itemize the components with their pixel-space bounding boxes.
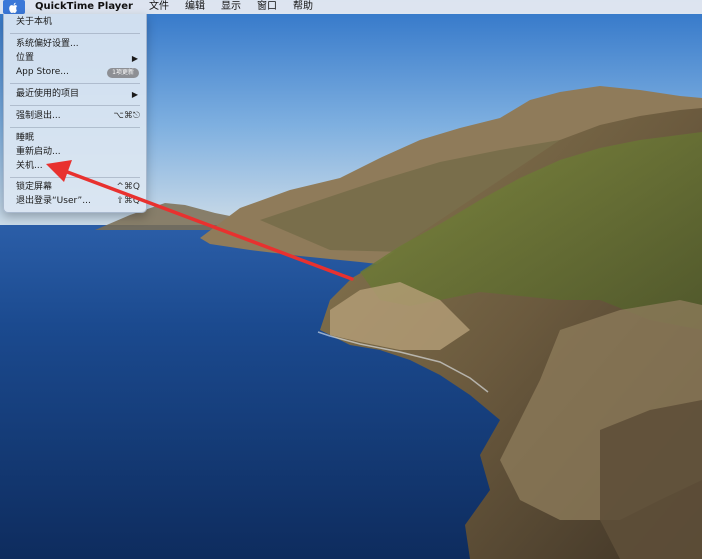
apple-dropdown-menu: 关于本机 系统偏好设置... 位置 ▶ App Store... 1项更新 最近… xyxy=(3,14,147,213)
menu-item-restart[interactable]: 重新启动... xyxy=(4,146,146,159)
menu-item-force-quit-label: 强制退出... xyxy=(16,111,61,121)
chevron-right-icon: ▶ xyxy=(131,54,138,63)
menu-item-logout-label: 退出登录“User”... xyxy=(16,196,91,206)
menu-separator xyxy=(10,105,140,106)
menu-item-restart-label: 重新启动... xyxy=(16,147,61,157)
menu-bar: QuickTime Player 文件 编辑 显示 窗口 帮助 xyxy=(0,0,702,14)
menu-item-system-preferences-label: 系统偏好设置... xyxy=(16,39,79,49)
menu-item-recent-items-label: 最近使用的项目 xyxy=(16,89,80,99)
menu-item-sleep-label: 睡眠 xyxy=(16,133,35,143)
menu-window[interactable]: 窗口 xyxy=(249,0,285,14)
menu-item-force-quit[interactable]: 强制退出... ⌥⌘⎋ xyxy=(4,110,146,123)
menu-item-app-store-label: App Store... xyxy=(16,67,69,77)
menu-separator xyxy=(10,177,140,178)
menu-item-lock-screen[interactable]: 锁定屏幕 ^⌘Q xyxy=(4,181,146,194)
menu-separator xyxy=(10,33,140,34)
menu-item-recent-items[interactable]: 最近使用的项目 ▶ xyxy=(4,88,146,101)
menu-item-location[interactable]: 位置 ▶ xyxy=(4,52,146,65)
menu-item-location-label: 位置 xyxy=(16,53,35,63)
force-quit-shortcut: ⌥⌘⎋ xyxy=(113,111,141,121)
menu-item-system-preferences[interactable]: 系统偏好设置... xyxy=(4,38,146,51)
apple-icon xyxy=(9,2,18,13)
menu-item-about[interactable]: 关于本机 xyxy=(4,16,146,29)
menu-help[interactable]: 帮助 xyxy=(285,0,321,14)
chevron-right-icon: ▶ xyxy=(131,90,138,99)
menu-item-logout[interactable]: 退出登录“User”... ⇧⌘Q xyxy=(4,195,146,208)
menu-item-shutdown[interactable]: 关机... xyxy=(4,160,146,173)
menu-item-lock-screen-label: 锁定屏幕 xyxy=(16,182,53,192)
apple-menu-button[interactable] xyxy=(3,0,25,14)
menu-separator xyxy=(10,127,140,128)
menu-view[interactable]: 显示 xyxy=(213,0,249,14)
app-name-menu[interactable]: QuickTime Player xyxy=(25,0,141,14)
menu-file[interactable]: 文件 xyxy=(141,0,177,14)
menu-edit[interactable]: 编辑 xyxy=(177,0,213,14)
menu-item-about-label: 关于本机 xyxy=(16,17,53,27)
menu-item-sleep[interactable]: 睡眠 xyxy=(4,132,146,145)
update-badge: 1项更新 xyxy=(107,68,139,78)
desktop: QuickTime Player 文件 编辑 显示 窗口 帮助 关于本机 系统偏… xyxy=(0,0,702,559)
menu-separator xyxy=(10,83,140,84)
logout-shortcut: ⇧⌘Q xyxy=(116,196,140,206)
menu-item-shutdown-label: 关机... xyxy=(16,161,43,171)
lock-screen-shortcut: ^⌘Q xyxy=(116,182,140,192)
menu-item-app-store[interactable]: App Store... 1项更新 xyxy=(4,66,146,79)
